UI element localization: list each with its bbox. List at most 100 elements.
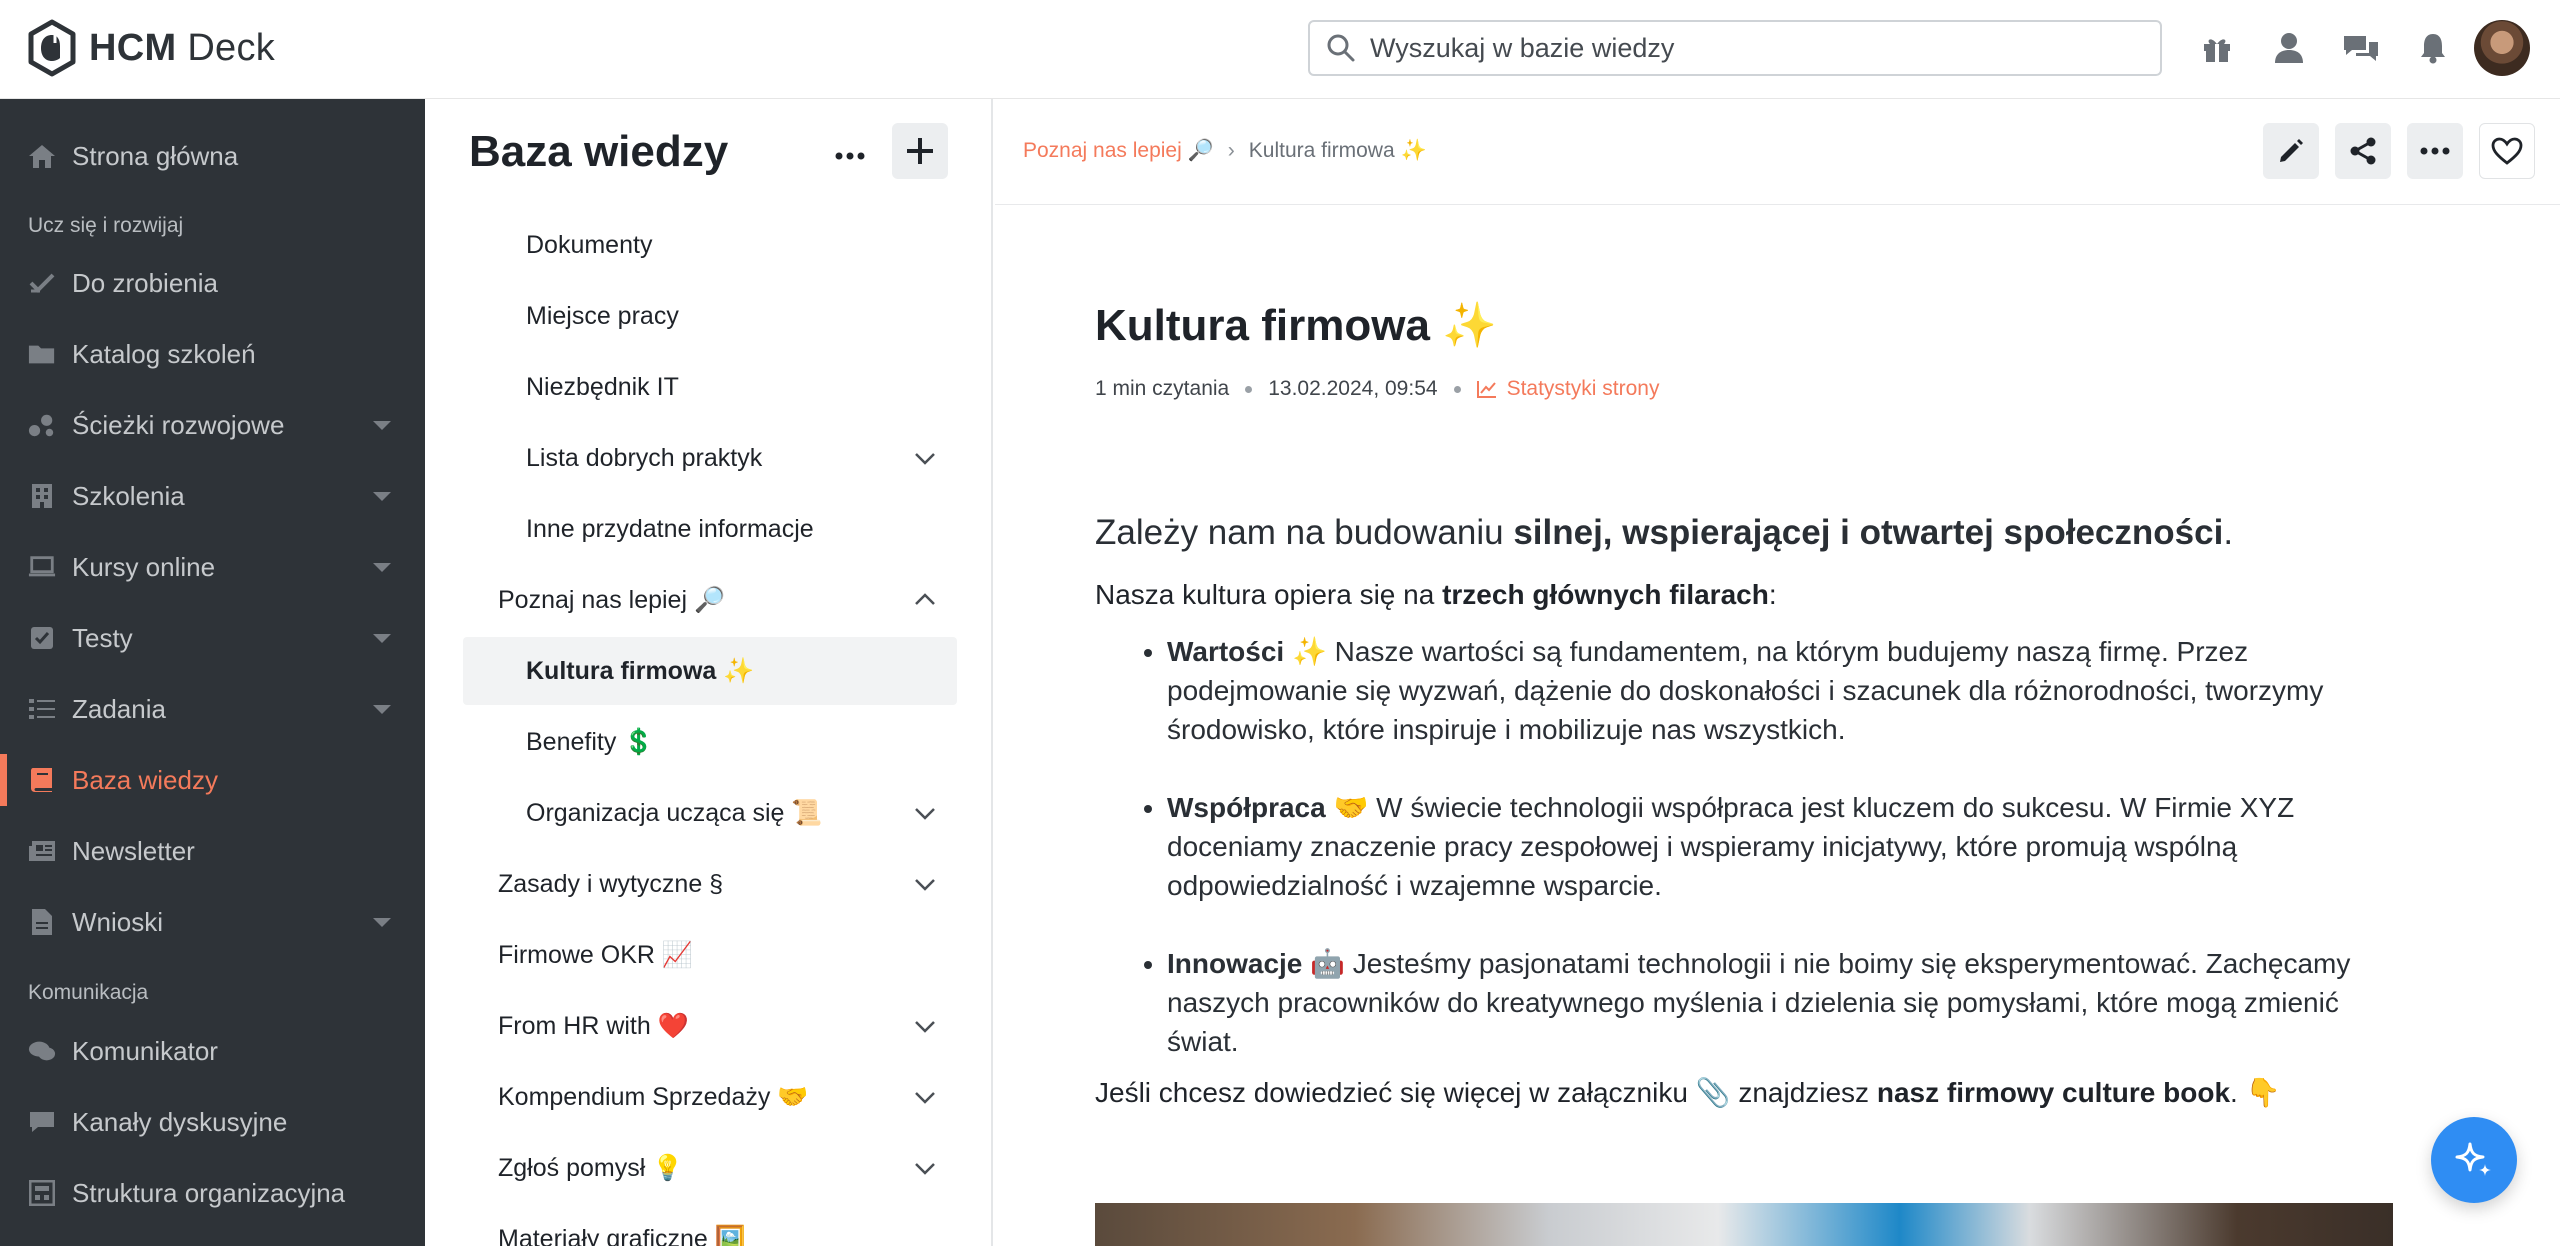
chevron-down-icon[interactable] (373, 492, 391, 501)
sidebar-item-label: Katalog szkoleń (72, 338, 256, 369)
meta-dot (1245, 385, 1253, 393)
breadcrumb: Poznaj nas lepiej 🔎 › Kultura firmowa ✨ (1023, 139, 1427, 163)
sidebar-item-requests[interactable]: Wnioski (0, 892, 425, 952)
chevron-down-icon[interactable] (373, 421, 391, 430)
tree-item-rules[interactable]: Zasady i wytyczne § (463, 850, 957, 918)
heart-icon (2491, 137, 2523, 165)
tree-item-label: From HR with ❤️ (498, 1011, 689, 1040)
document-icon (28, 908, 56, 936)
sidebar-item-online-courses[interactable]: Kursy online (0, 537, 425, 597)
favorite-button[interactable] (2479, 123, 2535, 179)
chevron-down-icon[interactable] (913, 872, 937, 896)
read-time: 1 min czytania (1095, 377, 1230, 400)
breadcrumb-current: Kultura firmowa ✨ (1248, 139, 1427, 162)
sidebar-item-label: Zadania (72, 693, 166, 724)
sidebar-item-catalog[interactable]: Katalog szkoleń (0, 324, 425, 384)
sidebar-item-communicator[interactable]: Komunikator (0, 1021, 425, 1081)
chevron-down-icon[interactable] (913, 1085, 937, 1109)
tree-item-okr[interactable]: Firmowe OKR 📈 (463, 921, 957, 989)
edit-button[interactable] (2263, 123, 2319, 179)
breadcrumb-parent-link[interactable]: Poznaj nas lepiej 🔎 (1023, 139, 1214, 163)
pillar-name: Współpraca (1167, 792, 1326, 823)
tree-item-label: Niezbędnik IT (526, 372, 679, 401)
logo-icon (28, 19, 76, 77)
laptop-icon (28, 553, 56, 581)
sidebar-item-trainings[interactable]: Szkolenia (0, 466, 425, 526)
gift-icon[interactable] (2194, 22, 2240, 74)
tree-item-it-essentials[interactable]: Niezbędnik IT (463, 353, 957, 421)
ai-assistant-button[interactable] (2431, 1117, 2517, 1203)
tree-item-label: Materiały graficzne 🖼️ (498, 1224, 746, 1246)
sidebar-item-home[interactable]: Strona główna (0, 126, 425, 186)
list-item: Innowacje 🤖 Jesteśmy pasjonatami technol… (1167, 944, 2395, 1061)
top-bar: HCM Deck (0, 0, 2560, 99)
comment-icon (28, 1108, 56, 1136)
search-box[interactable] (1308, 20, 2162, 76)
chevron-down-icon[interactable] (913, 801, 937, 825)
chevron-down-icon[interactable] (373, 705, 391, 714)
outro-end: . 👇 (2230, 1077, 2281, 1108)
building-icon (28, 482, 56, 510)
page-stats-link[interactable]: Statystyki strony (1476, 377, 1659, 401)
user-icon[interactable] (2266, 22, 2312, 74)
tree-item-best-practices[interactable]: Lista dobrych praktyk (463, 424, 957, 492)
sidebar-item-knowledge-base[interactable]: Baza wiedzy (0, 750, 425, 810)
pillars-list: Wartości ✨ Nasze wartości są fundamentem… (1095, 632, 2395, 1061)
tree-item-submit-idea[interactable]: Zgłoś pomysł 💡 (463, 1134, 957, 1202)
more-icon (2420, 147, 2450, 155)
avatar[interactable] (2474, 20, 2530, 76)
messages-icon[interactable] (2338, 22, 2384, 74)
chevron-down-icon[interactable] (913, 446, 937, 470)
sidebar-item-todo[interactable]: Do zrobienia (0, 253, 425, 313)
pillar-name: Wartości (1167, 636, 1285, 667)
pillar-emoji: 🤝 (1325, 792, 1377, 823)
pillar-text: Nasze wartości są fundamentem, na którym… (1167, 636, 2324, 745)
lead-end: . (2223, 513, 2234, 552)
list-item: Współpraca 🤝 W świecie technologii współ… (1167, 788, 2395, 905)
tree-item-company-culture[interactable]: Kultura firmowa ✨ (463, 637, 957, 705)
more-options-button[interactable] (825, 131, 875, 181)
tree-item-learning-org[interactable]: Organizacja ucząca się 📜 (463, 779, 957, 847)
tree-item-get-to-know-us[interactable]: Poznaj nas lepiej 🔎 (463, 566, 957, 634)
lead-text: Zależy nam na budowaniu (1095, 513, 1514, 552)
sidebar-item-paths[interactable]: Ścieżki rozwojowe (0, 395, 425, 455)
tree-item-documents[interactable]: Dokumenty (463, 211, 957, 279)
chevron-down-icon[interactable] (373, 563, 391, 572)
article-actions (2263, 123, 2535, 179)
tree-item-benefits[interactable]: Benefity 💲 (463, 708, 957, 776)
bell-icon[interactable] (2410, 22, 2456, 74)
article-more-button[interactable] (2407, 123, 2463, 179)
sidebar-item-org-structure[interactable]: Struktura organizacyjna (0, 1163, 425, 1223)
chevron-down-icon[interactable] (913, 1156, 937, 1180)
tree-item-other-info[interactable]: Inne przydatne informacje (463, 495, 957, 563)
sidebar-item-discussion-channels[interactable]: Kanały dyskusyjne (0, 1092, 425, 1152)
article-meta: 1 min czytania 13.02.2024, 09:54 Statyst… (1095, 377, 2395, 401)
outro-bold: nasz firmowy culture book (1876, 1077, 2231, 1108)
article-panel: Poznaj nas lepiej 🔎 › Kultura firmowa ✨ … (995, 99, 2560, 1246)
pillar-emoji: 🤖 (1302, 948, 1353, 979)
chevron-down-icon[interactable] (373, 918, 391, 927)
paths-icon (28, 411, 56, 439)
tree-item-graphics[interactable]: Materiały graficzne 🖼️ (463, 1205, 957, 1246)
chevron-down-icon[interactable] (373, 634, 391, 643)
tasks-icon (28, 695, 56, 723)
chevron-up-icon[interactable] (913, 588, 937, 612)
sidebar-item-newsletter[interactable]: Newsletter (0, 821, 425, 881)
tree-item-from-hr[interactable]: From HR with ❤️ (463, 992, 957, 1060)
chat-icon (28, 1037, 56, 1065)
sidebar-item-tasks[interactable]: Zadania (0, 679, 425, 739)
tree-item-sales-compendium[interactable]: Kompendium Sprzedaży 🤝 (463, 1063, 957, 1131)
share-button[interactable] (2335, 123, 2391, 179)
sidebar-item-label: Komunikator (72, 1035, 218, 1066)
tree-item-label: Firmowe OKR 📈 (498, 940, 694, 969)
app-logo[interactable]: HCM Deck (27, 18, 275, 78)
search-input[interactable] (1370, 32, 2130, 64)
chevron-down-icon[interactable] (913, 1014, 937, 1038)
more-icon (835, 152, 865, 160)
pillar-emoji: ✨ (1284, 636, 1335, 667)
tree-item-workplace[interactable]: Miejsce pracy (463, 282, 957, 350)
add-page-button[interactable] (892, 123, 948, 179)
tree-title: Baza wiedzy (469, 127, 729, 176)
sidebar-item-tests[interactable]: Testy (0, 608, 425, 668)
knowledge-tree-panel: Baza wiedzy Dokumenty Miejsce pracy Niez… (425, 99, 993, 1246)
